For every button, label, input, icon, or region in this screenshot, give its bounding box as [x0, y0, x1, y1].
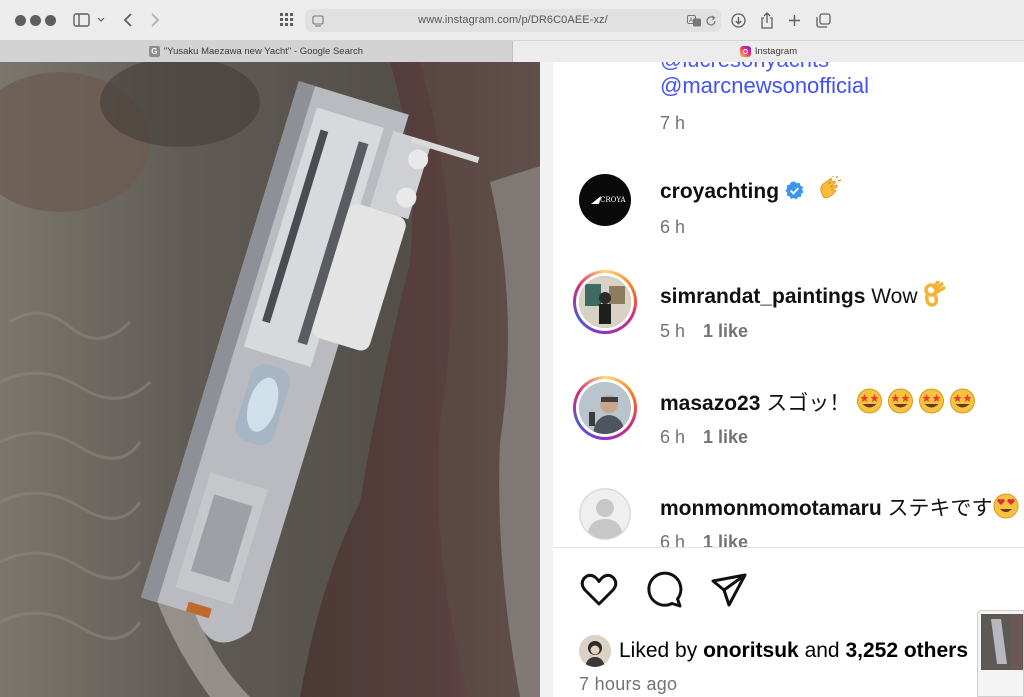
story-ring[interactable] — [573, 270, 637, 334]
liked-by-row[interactable]: Liked by onoritsuk and 3,252 others — [579, 633, 968, 669]
pip-video-preview — [981, 614, 1023, 670]
plus-icon — [788, 14, 800, 26]
comment-text: Wow — [871, 285, 918, 308]
comment-text: スゴッ！ — [766, 392, 851, 415]
username-text[interactable]: croyachting — [660, 180, 779, 203]
picture-in-picture-window[interactable] — [977, 610, 1024, 697]
star-struck-icon — [919, 388, 945, 414]
share-sheet-icon — [761, 11, 773, 29]
avatar-photo — [579, 276, 631, 328]
tab-title: Instagram — [754, 46, 798, 57]
post-video[interactable] — [0, 62, 553, 697]
browser-toolbar: www.instagram.com/p/DR6C0AEE-xz/ A — [0, 0, 1024, 41]
comment-text: ステキです — [887, 497, 993, 520]
comment-time: 6 h — [660, 217, 686, 237]
heart-eyes-icon — [993, 493, 1019, 519]
tab-bar: G "Yusaku Maezawa new Yacht" - Google Se… — [0, 41, 1024, 62]
avatar[interactable] — [579, 382, 631, 434]
comment-likes[interactable]: 1 like — [703, 321, 748, 341]
avatar[interactable]: CROYA — [579, 174, 631, 226]
grid-icon — [280, 13, 293, 26]
comment-time: 6 h — [660, 427, 686, 447]
username-text[interactable]: simrandat_paintings — [660, 285, 865, 308]
liked-by-count[interactable]: 3,252 others — [845, 639, 968, 663]
avatar[interactable] — [579, 276, 631, 328]
svg-text:CROYA: CROYA — [600, 196, 626, 204]
url-text: www.instagram.com/p/DR6C0AEE-xz/ — [418, 14, 608, 26]
ok-hand-icon — [924, 281, 947, 307]
post-time[interactable]: 7 hours ago — [579, 674, 677, 695]
comment-meta: 6 h 1 like — [660, 532, 748, 547]
comment-username[interactable]: monmonmomotamaru ステキです — [660, 492, 1019, 522]
avatar-photo — [579, 635, 611, 667]
sidebar-toggle-button[interactable] — [73, 9, 107, 31]
reload-icon[interactable] — [705, 15, 717, 27]
post-side-panel: @lucresonyachts @marcnewsonofficial 7 h … — [553, 62, 1024, 697]
zoom-window-button[interactable] — [45, 15, 56, 26]
star-struck-icon — [950, 388, 976, 414]
minimize-window-button[interactable] — [30, 15, 41, 26]
caption-time: 7 h — [660, 113, 686, 133]
google-favicon-icon: G — [148, 46, 160, 57]
downloads-button[interactable] — [730, 9, 746, 31]
star-struck-icon — [857, 388, 883, 414]
comment-username[interactable]: masazo23 スゴッ！ — [660, 387, 976, 417]
comment-meta: 6 h 1 like — [660, 427, 748, 448]
default-avatar-icon — [579, 488, 631, 540]
username-text[interactable]: monmonmomotamaru — [660, 497, 882, 520]
liked-by-avatar[interactable] — [579, 635, 611, 667]
tab-title: "Yusaku Maezawa new Yacht" - Google Sear… — [163, 46, 364, 57]
comment-time: 6 h — [660, 532, 686, 547]
translate-icon[interactable]: A — [687, 15, 702, 27]
caption-mention-partial[interactable]: @lucresonyachts — [660, 62, 829, 73]
address-bar[interactable]: www.instagram.com/p/DR6C0AEE-xz/ A — [305, 9, 721, 32]
tab-overview-button[interactable] — [279, 9, 295, 31]
show-tabs-button[interactable] — [815, 9, 831, 31]
yacht-video-frame — [0, 62, 553, 697]
tabs-icon — [815, 12, 831, 28]
story-ring[interactable] — [573, 376, 637, 440]
section-divider — [553, 547, 1024, 548]
comment-time: 5 h — [660, 321, 686, 341]
comment-meta: 6 h — [660, 217, 685, 238]
sidebar-icon — [73, 13, 105, 27]
share-page-button[interactable] — [759, 9, 775, 31]
avatar[interactable] — [579, 488, 631, 540]
comment-username[interactable]: croyachting — [660, 176, 842, 204]
clapping-hands-icon — [820, 176, 842, 199]
tab-google-search[interactable]: G "Yusaku Maezawa new Yacht" - Google Se… — [0, 41, 513, 62]
comment-likes[interactable]: 1 like — [703, 532, 748, 547]
star-struck-icon — [888, 388, 914, 414]
liked-by-user[interactable]: onoritsuk — [703, 639, 799, 663]
instagram-favicon-icon — [739, 46, 751, 57]
tab-instagram[interactable]: Instagram — [513, 41, 1024, 62]
comments-list[interactable]: @lucresonyachts @marcnewsonofficial 7 h … — [553, 62, 1024, 547]
comment-username[interactable]: simrandat_paintings Wow — [660, 281, 947, 309]
download-icon — [730, 12, 746, 28]
forward-button[interactable] — [148, 9, 162, 31]
username-text[interactable]: masazo23 — [660, 392, 760, 415]
comment-likes[interactable]: 1 like — [703, 427, 748, 447]
caption-mention[interactable]: @marcnewsonofficial — [660, 73, 869, 99]
verified-badge-icon — [785, 181, 804, 200]
comment-icon[interactable] — [644, 570, 684, 610]
new-tab-button[interactable] — [787, 9, 801, 31]
chevron-right-icon — [151, 13, 160, 27]
share-icon[interactable] — [709, 570, 749, 610]
liked-by-prefix: Liked by — [619, 639, 698, 662]
heart-icon[interactable] — [579, 570, 619, 610]
liked-by-and: and — [804, 639, 840, 662]
croya-logo-icon: CROYA — [591, 196, 626, 204]
avatar-photo — [579, 382, 631, 434]
comment-meta: 5 h 1 like — [660, 321, 748, 342]
chevron-left-icon — [123, 13, 132, 27]
close-window-button[interactable] — [15, 15, 26, 26]
back-button[interactable] — [121, 9, 135, 31]
star-struck-emoji-group — [856, 388, 976, 415]
